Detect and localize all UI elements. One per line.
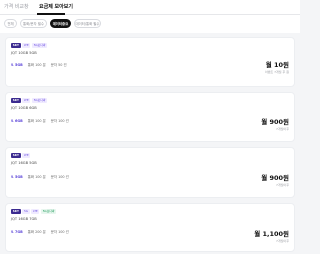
data-amount: ⇅ 5GB bbox=[11, 63, 23, 67]
network-badge: LTE bbox=[22, 153, 31, 158]
network-badge: 5G bbox=[22, 209, 30, 214]
call-minutes: 통화 100 분 bbox=[27, 175, 46, 179]
call-minutes: 통화 200 분 bbox=[27, 230, 46, 234]
sms-count: 문자 100 건 bbox=[50, 230, 69, 234]
call-minutes: 통화 100 분 bbox=[27, 119, 46, 123]
plan-specs: ⇅ 5GB 통화 100 분 문자 50 건 bbox=[11, 62, 72, 68]
tab-price-compare[interactable]: 가격 비교창 bbox=[4, 4, 29, 10]
plan-price: 월 900원 bbox=[261, 118, 289, 126]
plan-card[interactable]: SKT LTE 5G보다싸 JQT 10GB 5GB ⇅ 5GB 통화 100 분 문자… bbox=[5, 37, 295, 87]
plan-card[interactable]: SKT LTE 5G보다싸 JQT 10GB 6GB ⇅ 6GB 통화 100 분 문자… bbox=[5, 92, 295, 142]
plan-badges: SKT LTE bbox=[11, 153, 32, 158]
top-tab-bar: 가격 비교창 요금제 모아보기 bbox=[0, 0, 300, 15]
promo-badge: 5G보다싸 bbox=[40, 209, 57, 214]
plan-price: 월 10원 bbox=[265, 61, 289, 69]
plan-specs: ⇅ 5GB 통화 100 분 문자 100 건 bbox=[11, 174, 74, 180]
plan-name: JQT 10GB 5GB bbox=[11, 51, 37, 55]
carrier-badge: SKT bbox=[11, 209, 21, 214]
sms-count: 문자 100 건 bbox=[50, 119, 69, 123]
network-badge: LTE bbox=[22, 43, 31, 48]
plan-badges: SKT 5G LTE 5G보다싸 bbox=[11, 209, 58, 214]
plan-price: 월 900원 bbox=[261, 174, 289, 182]
chip-data-important[interactable]: 데이터중요 bbox=[50, 19, 71, 28]
filter-chip-bar: 전체 통화/문자 필수 데이터중요 데이터/통화 필수 bbox=[0, 15, 300, 33]
promo-badge: 5G보다싸 bbox=[31, 43, 48, 48]
plan-badges: SKT LTE 5G보다싸 bbox=[11, 98, 49, 103]
plan-card[interactable]: SKT 5G LTE 5G보다싸 JQT 16GB 7GB ⇅ 7GB 통화 200 분… bbox=[5, 203, 295, 252]
plan-name: JQT 16GB 7GB bbox=[11, 217, 37, 221]
data-amount: ⇅ 6GB bbox=[11, 119, 23, 123]
plan-card[interactable]: SKT LTE JQT 16GB 5GB ⇅ 5GB 통화 100 분 문자 100 … bbox=[5, 147, 295, 198]
plan-name: JQT 10GB 6GB bbox=[11, 106, 37, 110]
chip-all[interactable]: 전체 bbox=[4, 19, 17, 28]
carrier-badge: SKT bbox=[11, 43, 21, 48]
promo-badge: 5G보다싸 bbox=[31, 98, 48, 103]
plan-price: 월 1,100원 bbox=[254, 230, 289, 238]
carrier-badge: SKT bbox=[11, 153, 21, 158]
price-note: 7개월이후 bbox=[276, 239, 289, 243]
chip-call-sms[interactable]: 통화/문자 필수 bbox=[20, 19, 47, 28]
price-note: 7개월이후 bbox=[276, 127, 289, 131]
tab-plan-overview[interactable]: 요금제 모아보기 bbox=[39, 4, 73, 10]
data-amount: ⇅ 5GB bbox=[11, 175, 23, 179]
network-badge: LTE bbox=[22, 98, 31, 103]
sms-count: 문자 100 건 bbox=[50, 175, 69, 179]
plan-name: JQT 16GB 5GB bbox=[11, 161, 37, 165]
data-amount: ⇅ 7GB bbox=[11, 230, 23, 234]
network-badge: LTE bbox=[31, 209, 40, 214]
chip-data-call[interactable]: 데이터/통화 필수 bbox=[74, 19, 101, 28]
sms-count: 문자 50 건 bbox=[50, 63, 67, 67]
plan-specs: ⇅ 6GB 통화 100 분 문자 100 건 bbox=[11, 118, 74, 124]
plan-specs: ⇅ 7GB 통화 200 분 문자 100 건 bbox=[11, 229, 74, 235]
carrier-badge: SKT bbox=[11, 98, 21, 103]
call-minutes: 통화 100 분 bbox=[27, 63, 46, 67]
price-note: 7개월이후 bbox=[276, 183, 289, 187]
plan-badges: SKT LTE 5G보다싸 bbox=[11, 43, 49, 48]
price-note: 이벤트 7개월 후 원 bbox=[264, 70, 289, 74]
